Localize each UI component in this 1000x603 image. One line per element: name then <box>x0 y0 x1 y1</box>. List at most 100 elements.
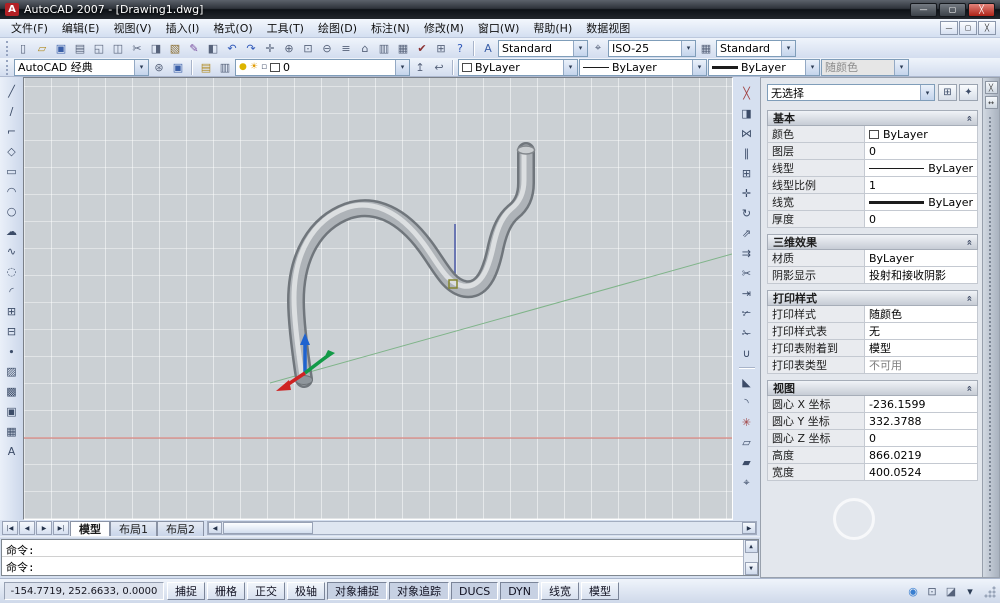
menu-item[interactable]: 插入(I) <box>159 18 207 38</box>
designcenter-icon[interactable]: ⌂ <box>356 39 374 57</box>
status-toggle-极轴[interactable]: 极轴 <box>287 582 325 600</box>
trim-icon[interactable]: ✂ <box>737 264 756 283</box>
property-value[interactable]: 随颜色 <box>865 306 977 322</box>
palette-close-icon[interactable]: ╳ <box>985 81 998 94</box>
property-value[interactable]: ByLayer <box>865 250 977 266</box>
rectangle-icon[interactable]: ▭ <box>2 162 21 181</box>
spline-icon[interactable]: ∿ <box>2 242 21 261</box>
circle-icon[interactable]: ○ <box>2 202 21 221</box>
make-object-layer-current-icon[interactable]: ↥ <box>411 58 429 76</box>
chevron-down-icon[interactable]: ▾ <box>692 60 706 75</box>
ellipse-arc-icon[interactable]: ◜ <box>2 282 21 301</box>
tab-布局1[interactable]: 布局1 <box>110 521 157 536</box>
clean-screen-icon[interactable]: ◪ <box>943 583 959 599</box>
palette-autohide-icon[interactable]: ↔ <box>985 96 998 109</box>
property-value[interactable]: 模型 <box>865 340 977 356</box>
tool-palettes-icon[interactable]: ▥ <box>375 39 393 57</box>
chevron-down-icon[interactable]: ▾ <box>781 41 795 56</box>
status-toggle-正交[interactable]: 正交 <box>247 582 285 600</box>
quick-select-button[interactable]: ✦ <box>959 84 978 101</box>
command-input-line[interactable]: 命令: <box>2 557 758 574</box>
table-icon[interactable]: ▦ <box>2 422 21 441</box>
explode-icon[interactable]: ✳ <box>737 413 756 432</box>
break-at-point-icon[interactable]: ✃ <box>737 304 756 323</box>
help-icon[interactable]: ? <box>451 39 469 57</box>
selection-combo[interactable]: 无选择 ▾ <box>767 84 935 101</box>
copy-clip-icon[interactable]: ◨ <box>147 39 165 57</box>
offset-icon[interactable]: ∥ <box>737 144 756 163</box>
quickcalc-icon[interactable]: ⊞ <box>432 39 450 57</box>
title-bar[interactable]: A AutoCAD 2007 - [Drawing1.dwg] —▢╳ <box>0 0 1000 19</box>
table-style-combo[interactable]: Standard▾ <box>716 40 796 57</box>
menu-item[interactable]: 修改(M) <box>417 18 471 38</box>
polyline-icon[interactable]: ⌐ <box>2 122 21 141</box>
chevron-down-icon[interactable]: ▾ <box>573 41 587 56</box>
dim-style-icon[interactable]: ⌖ <box>589 39 607 57</box>
rotate-icon[interactable]: ↻ <box>737 204 756 223</box>
section-header[interactable]: 打印样式« <box>767 290 978 306</box>
pickadd-toggle-button[interactable]: ⊞ <box>938 84 957 101</box>
color-combo[interactable]: ByLayer▾ <box>458 59 578 76</box>
markup-manager-icon[interactable]: ✔ <box>413 39 431 57</box>
open-file-icon[interactable]: ▱ <box>33 39 51 57</box>
point-style-icon[interactable]: ⌖ <box>737 473 756 492</box>
fillet-icon[interactable]: ◝ <box>737 393 756 412</box>
status-toggle-DYN[interactable]: DYN <box>500 582 539 600</box>
point-icon[interactable]: ∙ <box>2 342 21 361</box>
draw-order-back-icon[interactable]: ▰ <box>737 453 756 472</box>
scrollbar-thumb[interactable] <box>223 522 313 534</box>
menu-item[interactable]: 绘图(D) <box>311 18 364 38</box>
chevron-down-icon[interactable]: ▾ <box>395 60 409 75</box>
status-toggle-DUCS[interactable]: DUCS <box>451 582 498 600</box>
copy-icon[interactable]: ◨ <box>737 104 756 123</box>
doc-restore-button[interactable]: ▢ <box>959 21 977 35</box>
region-icon[interactable]: ▣ <box>2 402 21 421</box>
model-viewport[interactable] <box>23 77 733 520</box>
plotstyle-combo[interactable]: 随颜色▾ <box>821 59 909 76</box>
chevron-down-icon[interactable]: ▾ <box>134 60 148 75</box>
property-value[interactable]: 1 <box>865 177 977 193</box>
line-icon[interactable]: ╱ <box>2 82 21 101</box>
maximize-button[interactable]: ▢ <box>939 3 966 17</box>
tab-nav-button[interactable]: |◀ <box>2 521 18 535</box>
table-style-icon[interactable]: ▦ <box>697 39 715 57</box>
collapse-chevron-icon[interactable]: « <box>963 385 974 391</box>
communication-center-icon[interactable]: ◉ <box>905 583 921 599</box>
status-toggle-栅格[interactable]: 栅格 <box>207 582 245 600</box>
linetype-combo[interactable]: ByLayer▾ <box>579 59 707 76</box>
coordinate-readout[interactable]: -154.7719, 252.6633, 0.0000 <box>4 582 164 600</box>
scroll-left-icon[interactable]: ◀ <box>208 522 222 534</box>
menu-item[interactable]: 编辑(E) <box>55 18 107 38</box>
workspace-combo[interactable]: AutoCAD 经典▾ <box>14 59 149 76</box>
tab-nav-button[interactable]: ▶ <box>36 521 52 535</box>
make-block-icon[interactable]: ⊟ <box>2 322 21 341</box>
zoom-window-icon[interactable]: ⊡ <box>299 39 317 57</box>
menu-item[interactable]: 视图(V) <box>106 18 158 38</box>
save-icon[interactable]: ▣ <box>52 39 70 57</box>
close-button[interactable]: ╳ <box>968 3 995 17</box>
text-style-icon[interactable]: A <box>479 39 497 57</box>
toolbar-grip[interactable] <box>6 60 10 75</box>
pan-icon[interactable]: ✛ <box>261 39 279 57</box>
new-file-icon[interactable]: ▯ <box>14 39 32 57</box>
mtext-icon[interactable]: A <box>2 442 21 461</box>
plot-icon[interactable]: ▤ <box>71 39 89 57</box>
tab-nav-button[interactable]: ▶| <box>53 521 69 535</box>
status-toggle-对象捕捉[interactable]: 对象捕捉 <box>327 582 387 600</box>
collapse-chevron-icon[interactable]: « <box>963 295 974 301</box>
command-window[interactable]: 命令: 命令: ▲ ▼ <box>1 539 759 576</box>
draw-order-front-icon[interactable]: ▱ <box>737 433 756 452</box>
menu-item[interactable]: 文件(F) <box>4 18 55 38</box>
menu-item[interactable]: 窗口(W) <box>471 18 526 38</box>
stretch-icon[interactable]: ⇉ <box>737 244 756 263</box>
revision-cloud-icon[interactable]: ☁ <box>2 222 21 241</box>
insert-block-icon[interactable]: ⊞ <box>2 302 21 321</box>
tab-nav-button[interactable]: ◀ <box>19 521 35 535</box>
chevron-down-icon[interactable]: ▾ <box>681 41 695 56</box>
menu-item[interactable]: 数据视图 <box>579 18 637 38</box>
doc-minimize-button[interactable]: — <box>940 21 958 35</box>
minimize-button[interactable]: — <box>910 3 937 17</box>
cut-icon[interactable]: ✂ <box>128 39 146 57</box>
chevron-down-icon[interactable]: ▾ <box>920 85 934 100</box>
move-icon[interactable]: ✛ <box>737 184 756 203</box>
